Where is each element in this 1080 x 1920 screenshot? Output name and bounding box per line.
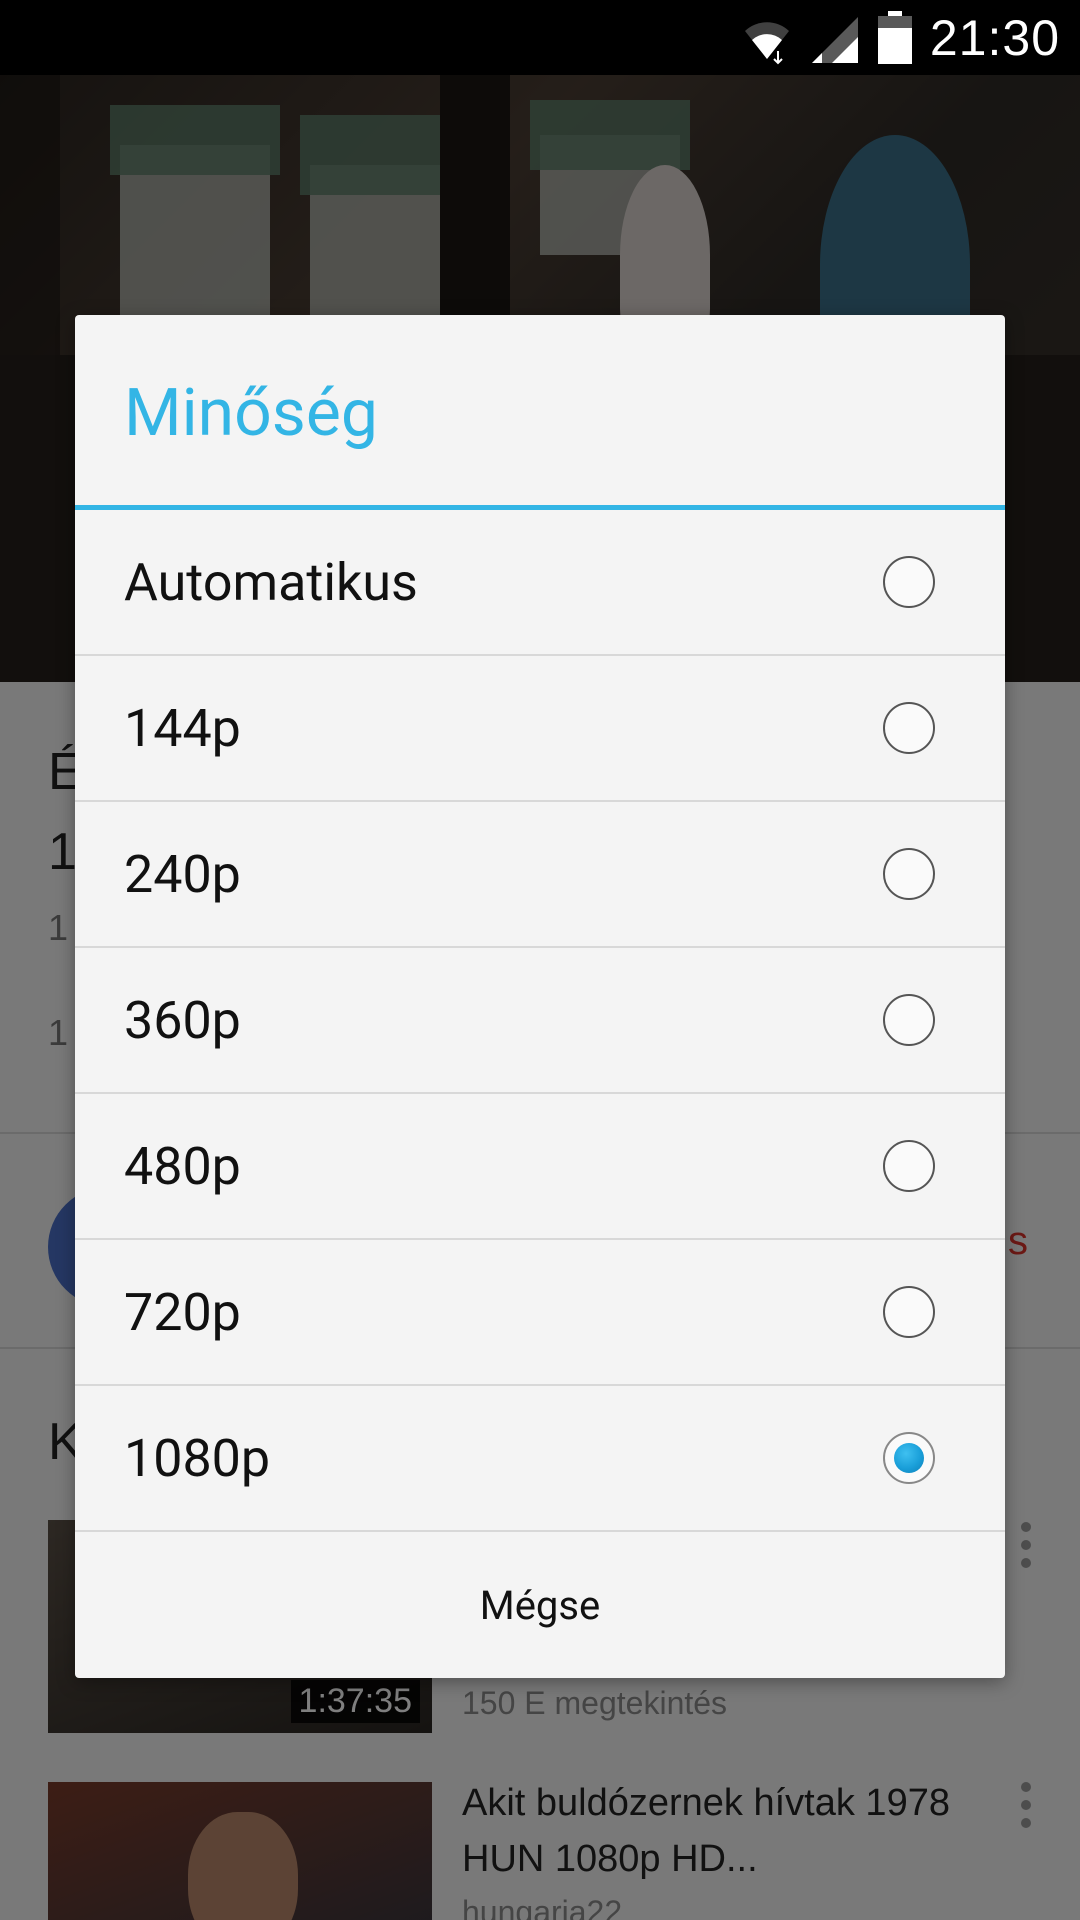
cancel-button[interactable]: Mégse: [75, 1533, 1005, 1678]
dialog-title: Minőség: [124, 375, 378, 452]
clock: 21:30: [929, 10, 1060, 66]
quality-options: Automatikus 144p 240p 360p 480p 720p 108…: [75, 510, 1005, 1532]
wifi-icon: [744, 22, 789, 65]
quality-option-360p[interactable]: 360p: [75, 948, 1005, 1094]
quality-option-480p[interactable]: 480p: [75, 1094, 1005, 1240]
quality-dialog: Minőség Automatikus 144p 240p 360p 480p …: [75, 315, 1005, 1678]
radio-button[interactable]: [883, 702, 935, 754]
option-label: 480p: [124, 1135, 241, 1197]
radio-button[interactable]: [883, 848, 935, 900]
quality-option-144p[interactable]: 144p: [75, 656, 1005, 802]
quality-option-1080p[interactable]: 1080p: [75, 1386, 1005, 1532]
option-label: 1080p: [124, 1427, 271, 1489]
radio-button-selected[interactable]: [883, 1432, 935, 1484]
option-label: 720p: [124, 1281, 241, 1343]
status-bar: 21:30: [0, 0, 1080, 75]
battery-icon: [877, 11, 912, 64]
radio-button[interactable]: [883, 1286, 935, 1338]
status-icons: 21:30: [740, 8, 1060, 68]
option-label: 360p: [124, 989, 241, 1051]
radio-button[interactable]: [883, 556, 935, 608]
radio-button[interactable]: [883, 1140, 935, 1192]
signal-icon: [811, 17, 858, 63]
radio-button[interactable]: [883, 994, 935, 1046]
quality-option-240p[interactable]: 240p: [75, 802, 1005, 948]
option-label: 240p: [124, 843, 241, 905]
quality-option-720p[interactable]: 720p: [75, 1240, 1005, 1386]
quality-option-auto[interactable]: Automatikus: [75, 510, 1005, 656]
option-label: Automatikus: [124, 551, 418, 613]
option-label: 144p: [124, 697, 241, 759]
